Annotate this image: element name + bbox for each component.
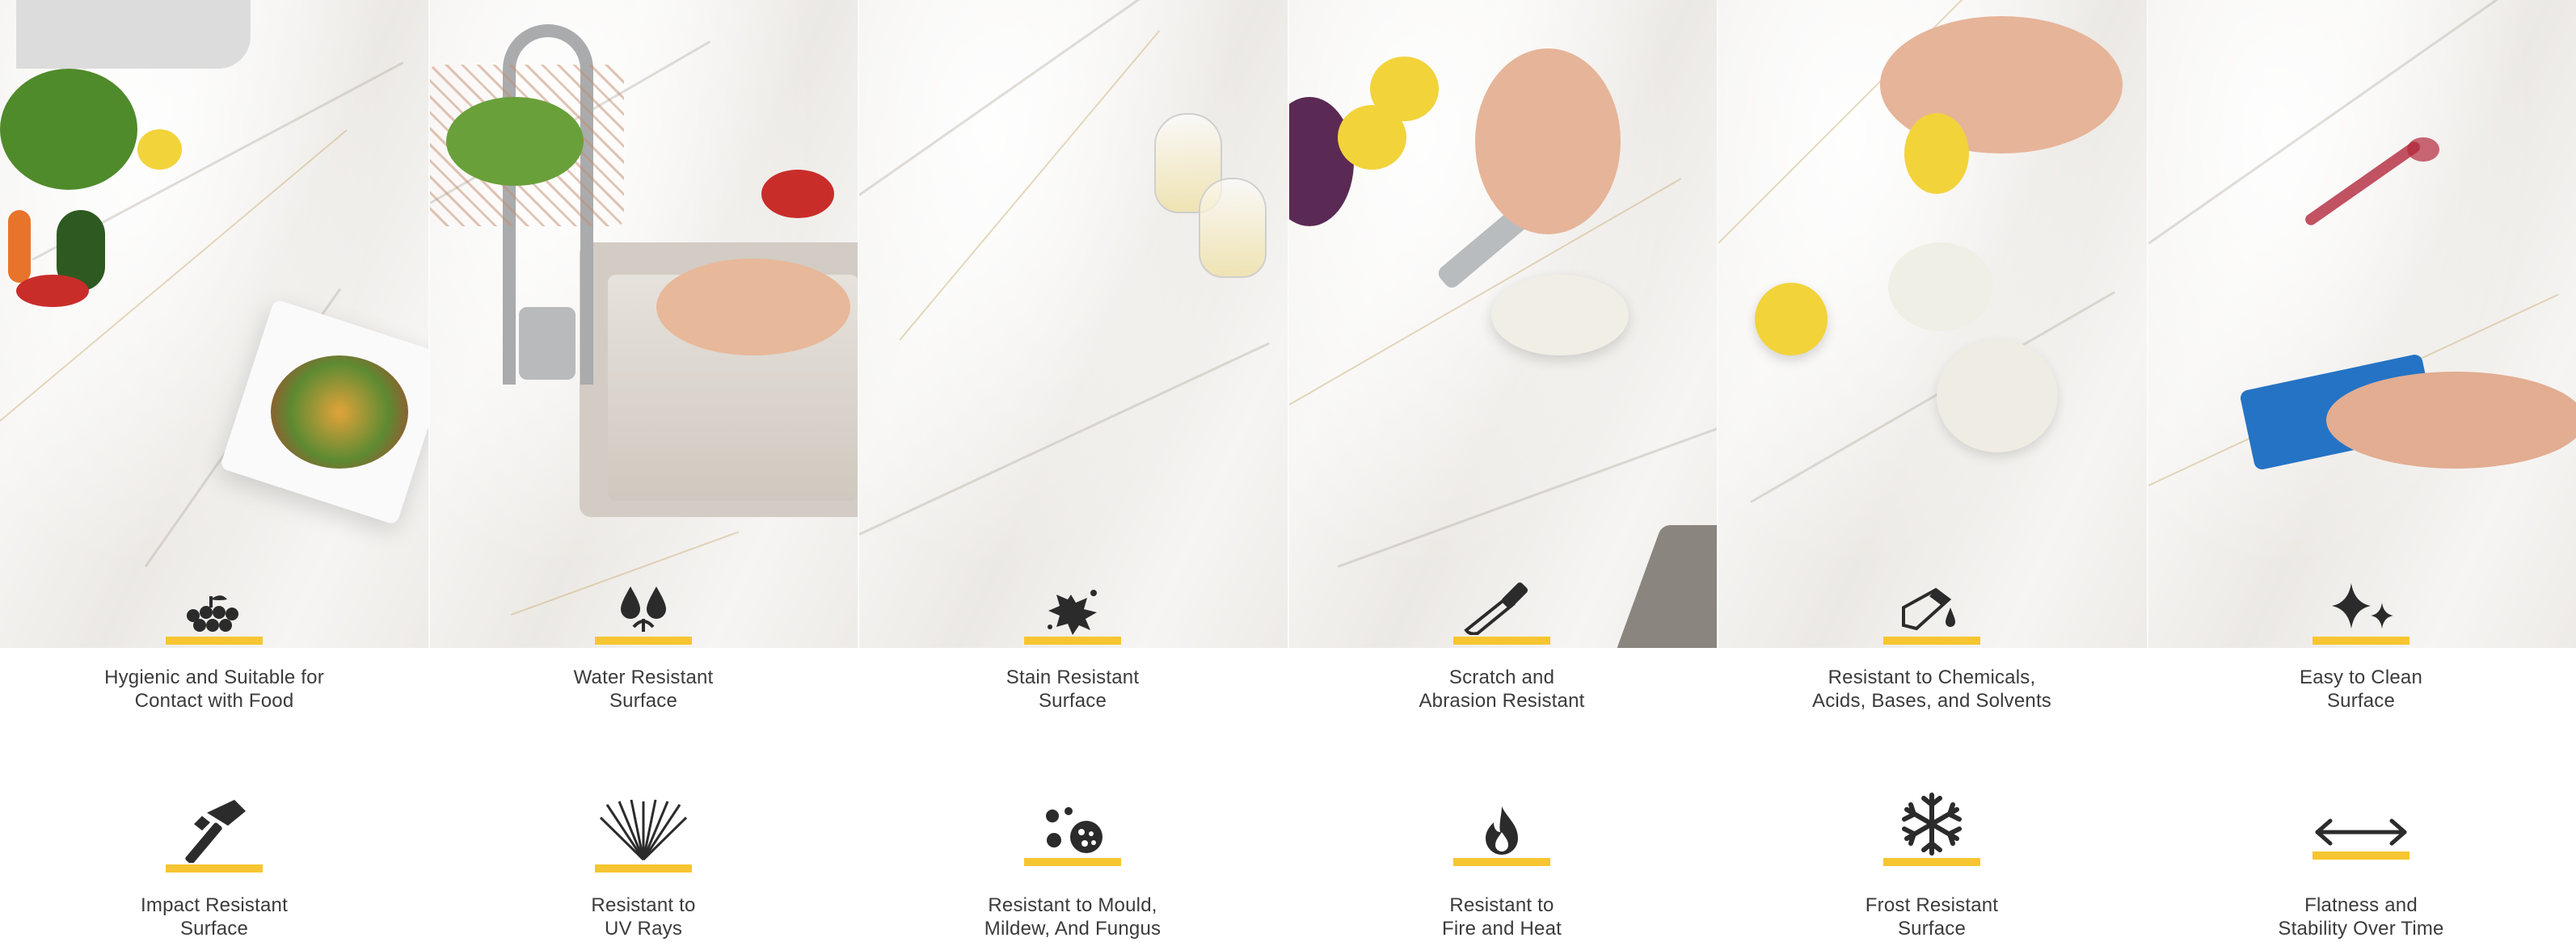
accent-bar xyxy=(1453,858,1550,866)
lettuce xyxy=(0,69,137,190)
feature-caption: Stain Resistant Surface xyxy=(1006,667,1140,712)
photo-panel-wine xyxy=(859,0,1289,648)
splash-stain-icon-badge xyxy=(1024,583,1121,645)
snowflake-icon-badge xyxy=(1883,792,1980,866)
hand xyxy=(1474,48,1621,234)
photo-panel-knife xyxy=(1288,0,1718,648)
wine-stain xyxy=(2302,139,2422,228)
photo-panel-lemon xyxy=(1718,0,2148,648)
accent-bar xyxy=(1024,858,1121,866)
grapes-icon xyxy=(187,595,238,632)
photo-panel-cleaning xyxy=(2148,0,2576,648)
photo-strip xyxy=(0,0,2576,648)
red-cabbage xyxy=(1288,97,1354,226)
mould-spores-icon xyxy=(1046,807,1102,853)
double-arrow-icon-badge xyxy=(2312,814,2409,860)
feature-caption: Scratch and Abrasion Resistant xyxy=(1419,667,1585,712)
accent-bar xyxy=(166,864,263,873)
chemical-pour-icon xyxy=(1902,587,1955,631)
flame-icon xyxy=(1486,806,1518,855)
wine-glass xyxy=(1199,178,1267,278)
knife-icon-badge xyxy=(1453,574,1550,645)
feature-caption: Impact Resistant Surface xyxy=(141,894,288,940)
chemical-pour-icon-badge xyxy=(1883,583,1980,645)
photo-panel-food xyxy=(0,0,430,648)
double-arrow-icon xyxy=(2315,818,2407,846)
knife-icon xyxy=(1464,582,1528,635)
accent-bar xyxy=(166,637,263,645)
sparkle-icon-badge xyxy=(2312,578,2409,645)
basket-vegetables xyxy=(445,97,584,186)
lemon-half xyxy=(1369,57,1439,121)
lemon-half xyxy=(1755,283,1828,355)
uv-rays-icon xyxy=(599,799,688,861)
accent-bar xyxy=(595,864,692,873)
carrot xyxy=(8,210,31,283)
accent-bar xyxy=(1883,858,1980,866)
feature-caption: Water Resistant Surface xyxy=(573,667,714,712)
accent-bar xyxy=(2312,637,2409,645)
feature-caption: Frost Resistant Surface xyxy=(1865,894,1999,940)
lemon xyxy=(1904,113,1969,194)
feature-caption: Flatness and Stability Over Time xyxy=(2278,894,2444,940)
accent-bar xyxy=(1883,637,1980,645)
accent-bar xyxy=(595,637,692,645)
feature-caption: Easy to Clean Surface xyxy=(2299,667,2422,712)
fennel-slices xyxy=(1937,339,2058,452)
fennel-slices xyxy=(1490,275,1629,355)
feature-caption: Resistant to UV Rays xyxy=(591,894,696,940)
flame-icon-badge xyxy=(1453,805,1550,866)
sparkle-icon xyxy=(2332,583,2393,629)
wine-stain xyxy=(2406,137,2439,162)
lemon xyxy=(137,129,182,170)
feature-caption: Resistant to Mould, Mildew, And Fungus xyxy=(984,894,1162,940)
splash-stain-icon xyxy=(1048,590,1097,635)
salad xyxy=(271,355,408,469)
photo-panel-water xyxy=(429,0,859,648)
hammer-icon xyxy=(185,800,246,863)
tomatoes xyxy=(16,275,89,307)
water-drops-icon-badge xyxy=(595,583,692,645)
sink-edge xyxy=(16,0,251,69)
uv-rays-icon-badge xyxy=(595,798,692,873)
accent-bar xyxy=(1453,637,1550,645)
mould-spores-icon-badge xyxy=(1024,805,1121,866)
fennel xyxy=(1888,242,1993,331)
sink-corner xyxy=(1611,525,1718,648)
accent-bar xyxy=(1024,637,1121,645)
feature-caption: Resistant to Fire and Heat xyxy=(1441,894,1562,940)
snowflake-icon xyxy=(1902,793,1962,856)
feature-caption: Hygienic and Suitable for Contact with Fo… xyxy=(104,667,324,712)
water-drops-icon xyxy=(621,587,666,632)
grapes-icon-badge xyxy=(166,588,263,645)
hands xyxy=(656,259,850,355)
hammer-icon-badge xyxy=(166,798,263,873)
tomatoes xyxy=(761,170,834,218)
feature-caption: Resistant to Chemicals, Acids, Bases, and… xyxy=(1811,667,2052,712)
faucet-base xyxy=(518,307,575,380)
hand-wiping xyxy=(2325,372,2576,469)
accent-bar xyxy=(2312,852,2409,860)
